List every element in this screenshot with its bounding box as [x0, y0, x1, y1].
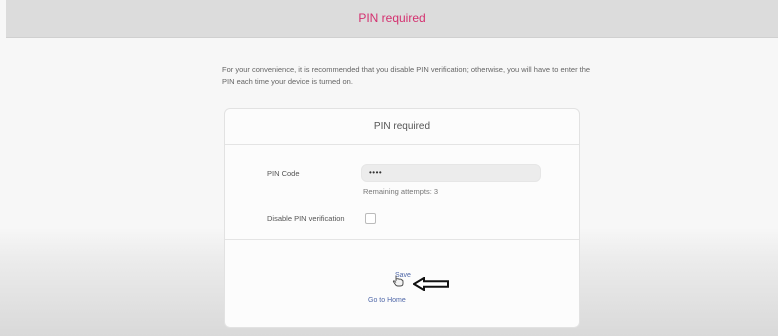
header-title: PIN required	[358, 11, 426, 25]
hand-pointer-icon	[392, 275, 404, 287]
pin-code-label: PIN Code	[267, 169, 300, 178]
go-to-home-link[interactable]: Go to Home	[368, 297, 406, 304]
top-header-bar: PIN required	[6, 0, 778, 38]
remaining-attempts-label: Remaining attempts:	[363, 187, 432, 196]
card-divider	[225, 239, 579, 240]
card-header: PIN required	[225, 109, 579, 145]
remaining-attempts: Remaining attempts: 3	[363, 187, 438, 196]
disable-pin-label: Disable PIN verification	[267, 214, 345, 223]
remaining-attempts-count: 3	[433, 187, 439, 196]
pin-code-input[interactable]: ••••	[361, 164, 541, 182]
left-arrow-icon	[413, 277, 449, 291]
card-title: PIN required	[373, 121, 431, 132]
pin-card: PIN required PIN Code •••• Remaining att…	[224, 108, 580, 328]
disable-pin-checkbox[interactable]	[365, 213, 376, 224]
intro-text: For your convenience, it is recommended …	[222, 65, 591, 86]
